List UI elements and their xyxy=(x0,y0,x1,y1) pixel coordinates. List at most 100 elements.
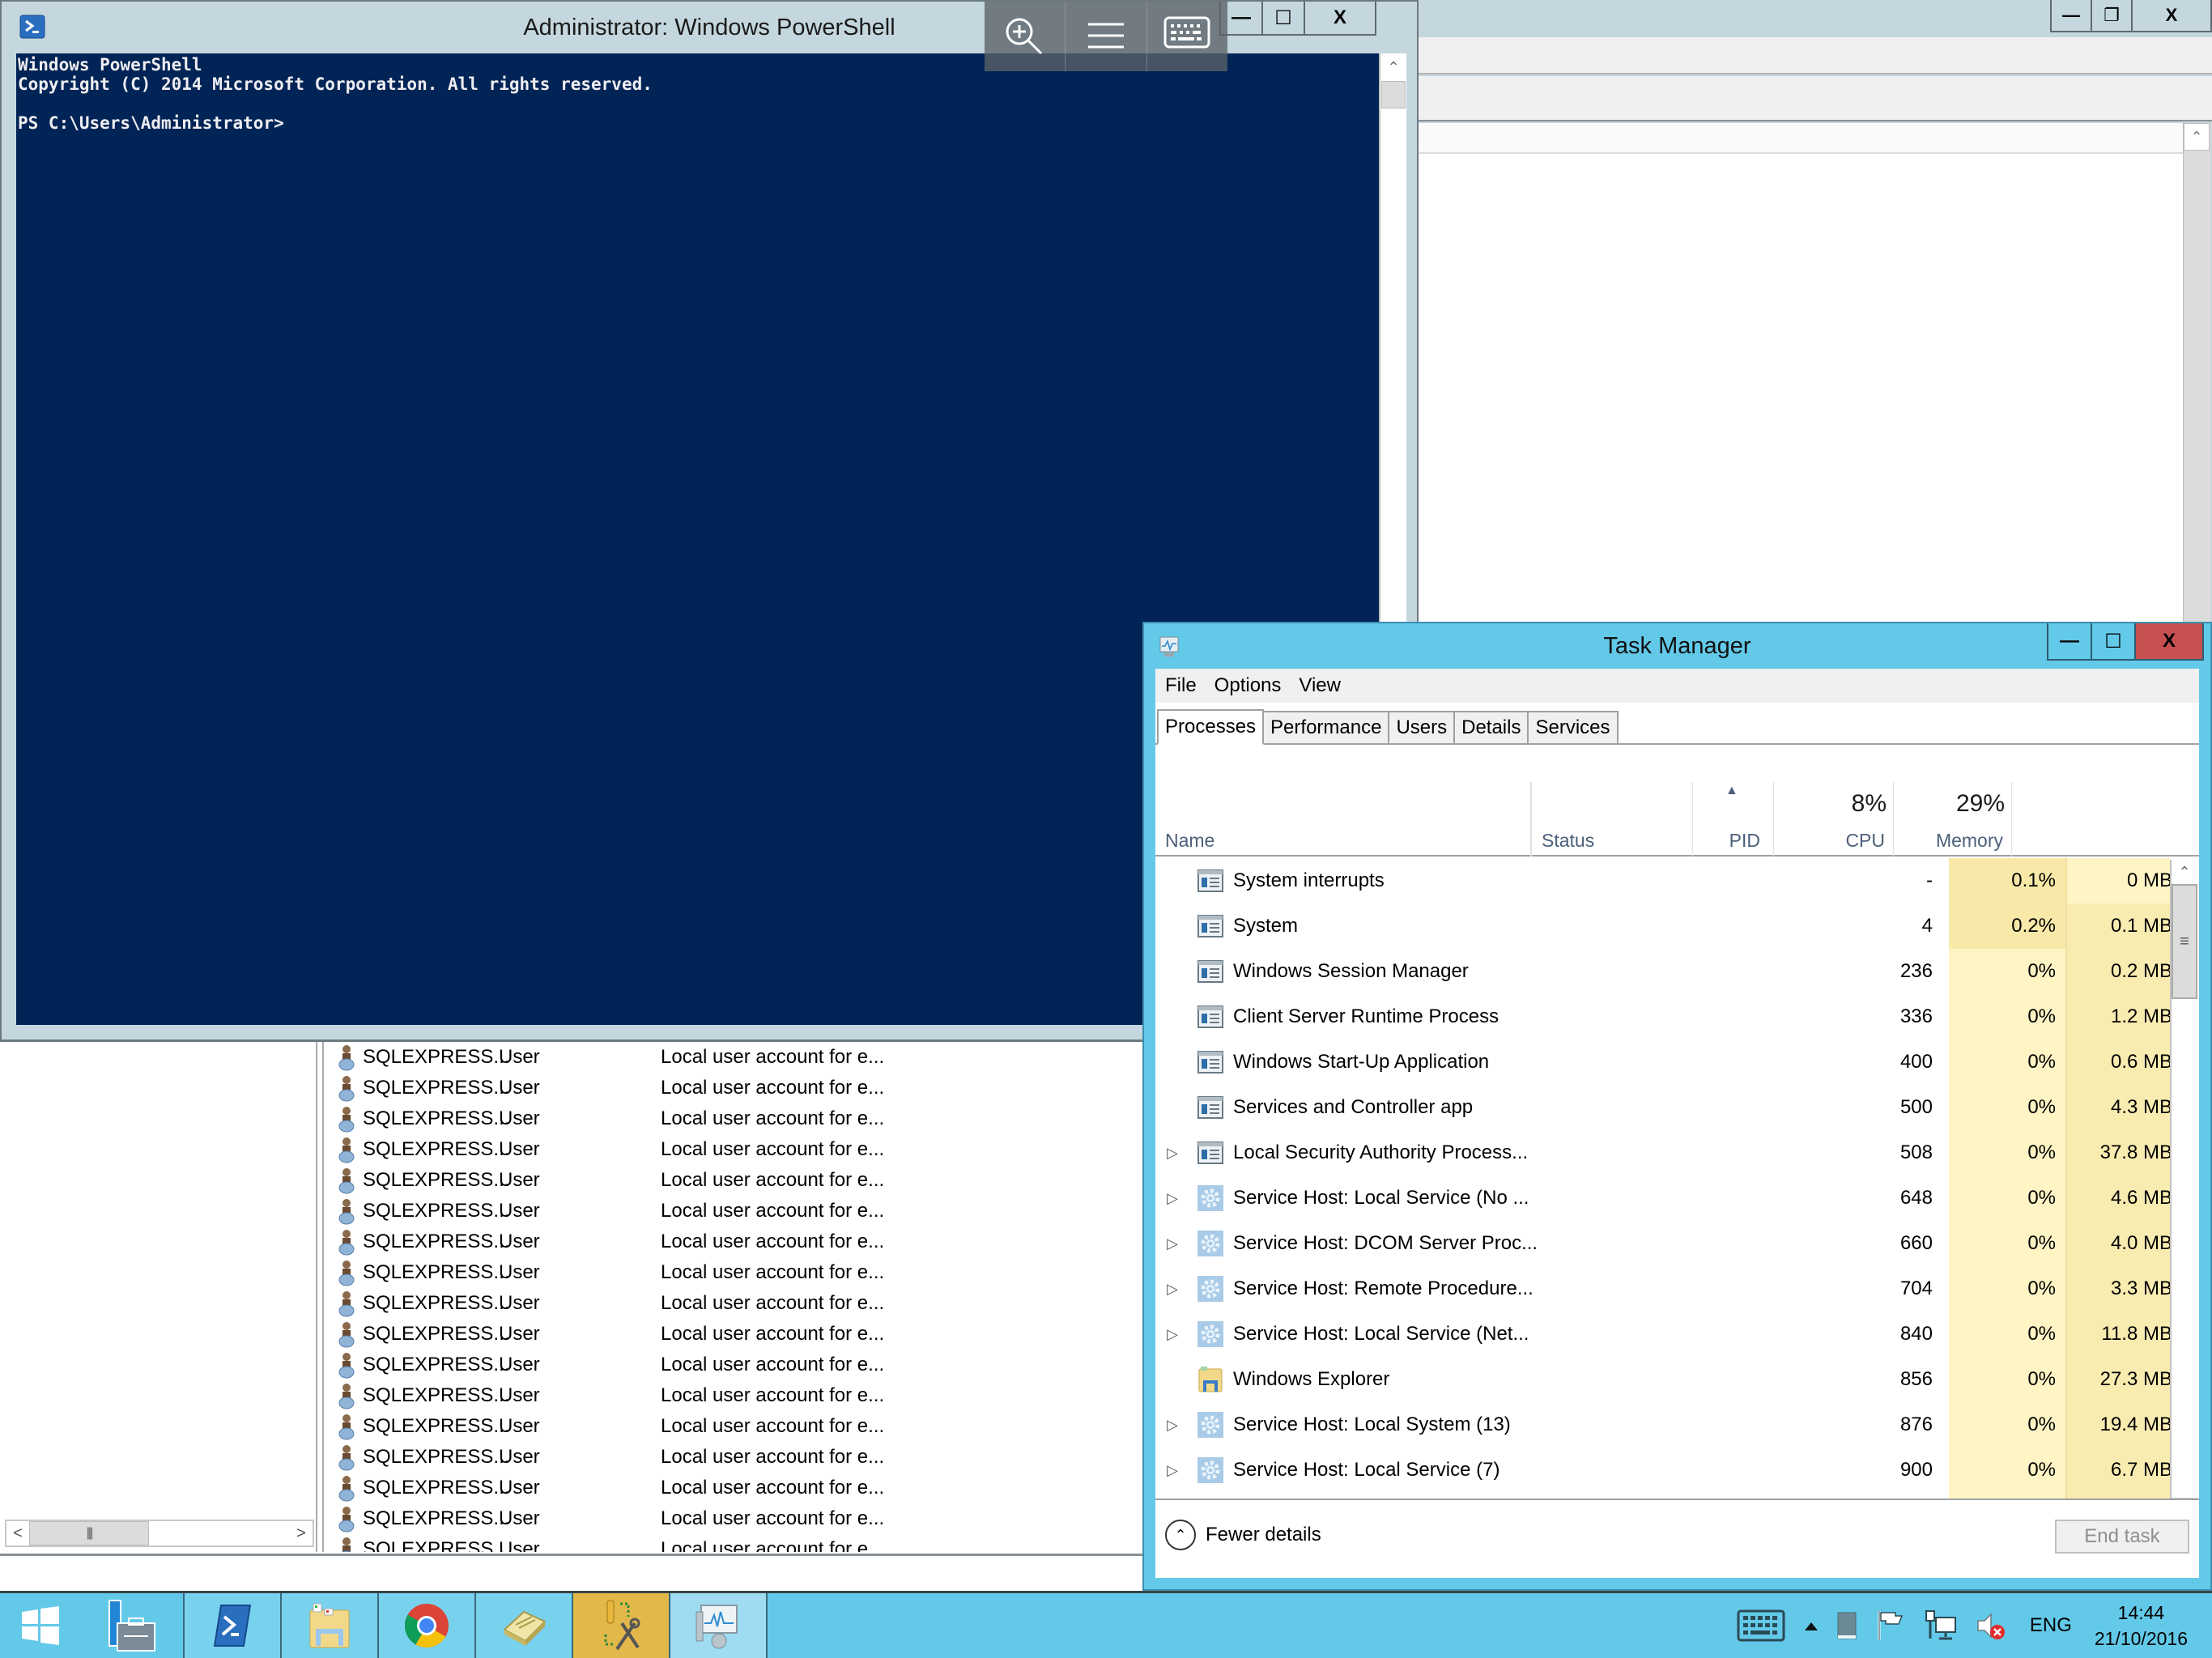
bg-minimize-button[interactable]: — xyxy=(2052,0,2092,31)
expand-chevron-icon[interactable]: ▷ xyxy=(1167,1448,1178,1493)
process-row[interactable]: Windows Explorer 856 0% 27.3 MB xyxy=(1155,1357,2170,1402)
scroll-up-icon[interactable]: ⌃ xyxy=(2172,860,2197,884)
column-header-memory[interactable]: 29% Memory xyxy=(1894,782,2012,857)
user-list-row[interactable]: SQLEXPRESS... User Local user account for … xyxy=(335,1380,884,1411)
taskbar-task-manager[interactable] xyxy=(670,1593,768,1658)
menu-button[interactable] xyxy=(1066,2,1147,71)
close-button[interactable]: X xyxy=(2136,623,2202,659)
menu-options[interactable]: Options xyxy=(1214,674,1282,697)
column-status-label: Status xyxy=(1542,830,1595,851)
taskbar-storage[interactable] xyxy=(476,1593,573,1658)
user-list-row[interactable]: SQLEXPRESS... User Local user account for … xyxy=(335,1226,884,1257)
local-users-window: < ||| > SQLEXPRESS... User Local user acco… xyxy=(0,1039,1143,1591)
expand-chevron-icon[interactable]: ▷ xyxy=(1167,1221,1178,1266)
process-row[interactable]: ▷ Service Host: DCOM Server Proc... 660 0% 4… xyxy=(1155,1221,2170,1266)
tray-notification-center[interactable] xyxy=(1837,1612,1857,1639)
user-list-row[interactable]: SQLEXPRESS... User Local user account for … xyxy=(335,1319,884,1350)
process-row[interactable]: ▷ Service Host: Local System (13) 876 0% 19.… xyxy=(1155,1402,2170,1448)
end-task-button[interactable]: End task xyxy=(2055,1520,2189,1554)
clock-time: 14:44 xyxy=(2117,1602,2165,1623)
user-name: SQLEXPRESS... xyxy=(363,1292,510,1314)
minimize-button[interactable]: — xyxy=(2048,623,2092,659)
scroll-up-icon[interactable]: ⌃ xyxy=(1380,53,1406,81)
user-list-row[interactable]: SQLEXPRESS... User Local user account for … xyxy=(335,1196,884,1226)
tab-users[interactable]: Users xyxy=(1389,711,1456,743)
action-center-button[interactable] xyxy=(1876,1609,1905,1642)
process-row[interactable]: ▷ Service Host: Local Service (No ... 648 0… xyxy=(1155,1175,2170,1221)
process-row[interactable]: ▷ Service Host: Local Service (7) 900 0% 6.7… xyxy=(1155,1448,2170,1493)
fewer-details-button[interactable]: ⌃ Fewer details xyxy=(1165,1520,1321,1550)
expand-chevron-icon[interactable]: ▷ xyxy=(1167,1130,1178,1175)
scroll-thumb[interactable] xyxy=(1381,81,1406,108)
expand-chevron-icon[interactable]: ▷ xyxy=(1167,1312,1178,1357)
bg-close-button[interactable]: X xyxy=(2133,0,2210,31)
user-list-row[interactable]: SQLEXPRESS... User Local user account for … xyxy=(335,1134,884,1165)
user-list-row[interactable]: SQLEXPRESS... User Local user account for … xyxy=(335,1257,884,1288)
menu-view[interactable]: View xyxy=(1299,674,1341,697)
scroll-left-icon[interactable]: < xyxy=(6,1524,29,1543)
user-list-row[interactable]: SQLEXPRESS... User Local user account for … xyxy=(335,1073,884,1103)
show-hidden-icons-button[interactable] xyxy=(1804,1621,1818,1630)
process-row[interactable]: System interrupts -0.1% 0 MB xyxy=(1155,858,2170,903)
tab-services[interactable]: Services xyxy=(1529,711,1619,743)
tab-processes[interactable]: Processes xyxy=(1157,709,1265,745)
menu-file[interactable]: File xyxy=(1165,674,1197,697)
taskbar-powershell[interactable] xyxy=(185,1593,282,1658)
process-row[interactable]: ▷ Local Security Authority Process... 508 0… xyxy=(1155,1130,2170,1175)
column-header-status[interactable]: Status xyxy=(1531,782,1693,857)
scroll-up-icon[interactable]: ⌃ xyxy=(2184,123,2210,151)
column-header-pid[interactable]: ▲ PID xyxy=(1693,782,1774,857)
user-list-row[interactable]: SQLEXPRESS... User Local user account for … xyxy=(335,1411,884,1442)
process-row[interactable]: ▷ Service Host: Remote Procedure... 704 0% 3… xyxy=(1155,1266,2170,1312)
taskbar-server-manager[interactable] xyxy=(81,1593,185,1658)
user-icon xyxy=(338,1168,355,1194)
expand-chevron-icon[interactable]: ▷ xyxy=(1167,1266,1178,1312)
user-list-row[interactable]: SQLEXPRESS... User Local user account for … xyxy=(335,1442,884,1473)
tab-performance[interactable]: Performance xyxy=(1264,711,1390,743)
process-row[interactable]: Windows Start-Up Application 400 0% 0.6 MB xyxy=(1155,1039,2170,1085)
process-row[interactable]: System 4 0.2% 0.1 MB xyxy=(1155,903,2170,949)
user-list-row[interactable]: SQLEXPRESS... User Local user account for … xyxy=(335,1534,884,1552)
taskbar-computer-management[interactable] xyxy=(573,1593,670,1658)
user-list-row[interactable]: SQLEXPRESS... User Local user account for … xyxy=(335,1288,884,1319)
maximize-button[interactable]: ☐ xyxy=(1263,2,1305,34)
close-button[interactable]: X xyxy=(1305,2,1375,34)
network-button[interactable] xyxy=(1925,1609,1957,1642)
process-row[interactable]: Windows Session Manager 236 0% 0.2 MB xyxy=(1155,949,2170,994)
start-button[interactable] xyxy=(0,1593,81,1658)
process-row[interactable]: ▷ Service Host: Local Service (Net... 840 0… xyxy=(1155,1312,2170,1357)
process-cpu: 0% xyxy=(1949,1266,2067,1312)
user-list-row[interactable]: SQLEXPRESS... User Local user account for … xyxy=(335,1165,884,1196)
maximize-button[interactable]: ☐ xyxy=(2092,623,2136,659)
clock[interactable]: 14:44 21/10/2016 xyxy=(2095,1600,2188,1652)
expand-chevron-icon[interactable]: ▷ xyxy=(1167,1175,1178,1221)
input-language-indicator[interactable]: ENG xyxy=(2030,1614,2072,1637)
scroll-right-icon[interactable]: > xyxy=(290,1524,313,1543)
user-list-row[interactable]: SQLEXPRESS... User Local user account for … xyxy=(335,1350,884,1380)
column-header-name[interactable]: Name xyxy=(1155,782,1531,857)
tree-horizontal-scrollbar[interactable]: < ||| > xyxy=(5,1520,314,1547)
app-window-icon xyxy=(1197,1085,1223,1130)
tab-details[interactable]: Details xyxy=(1455,711,1529,743)
expand-chevron-icon[interactable]: ▷ xyxy=(1167,1402,1178,1448)
taskbar-chrome[interactable] xyxy=(379,1593,476,1658)
taskbar-file-explorer[interactable] xyxy=(282,1593,379,1658)
user-list-row[interactable]: SQLEXPRESS... User Local user account for … xyxy=(335,1103,884,1134)
scroll-thumb[interactable]: ≡ xyxy=(2172,884,2197,999)
user-list-row[interactable]: SQLEXPRESS... User Local user account for … xyxy=(335,1503,884,1534)
touch-keyboard-button[interactable] xyxy=(1737,1609,1785,1642)
volume-button[interactable] xyxy=(1976,1609,2006,1642)
process-row[interactable]: Client Server Runtime Process 336 0% 1.2 MB xyxy=(1155,994,2170,1039)
user-list-row[interactable]: SQLEXPRESS... User Local user account for … xyxy=(335,1042,884,1073)
column-header-cpu[interactable]: 8% CPU xyxy=(1774,782,1894,857)
process-name: Local Security Authority Process... xyxy=(1233,1141,1529,1163)
keyboard-button[interactable] xyxy=(1147,2,1227,71)
process-name: Client Server Runtime Process xyxy=(1233,1005,1499,1027)
bg-restore-button[interactable]: ❐ xyxy=(2092,0,2133,31)
user-list-row[interactable]: SQLEXPRESS... User Local user account for … xyxy=(335,1473,884,1503)
zoom-in-button[interactable] xyxy=(985,2,1066,71)
scroll-thumb[interactable]: ||| xyxy=(29,1521,149,1545)
process-list-scrollbar[interactable]: ⌃ ≡ ⌄ xyxy=(2170,860,2197,1522)
process-row[interactable]: Services and Controller app 500 0% 4.3 MB xyxy=(1155,1085,2170,1130)
app-window-icon xyxy=(1197,858,1223,903)
